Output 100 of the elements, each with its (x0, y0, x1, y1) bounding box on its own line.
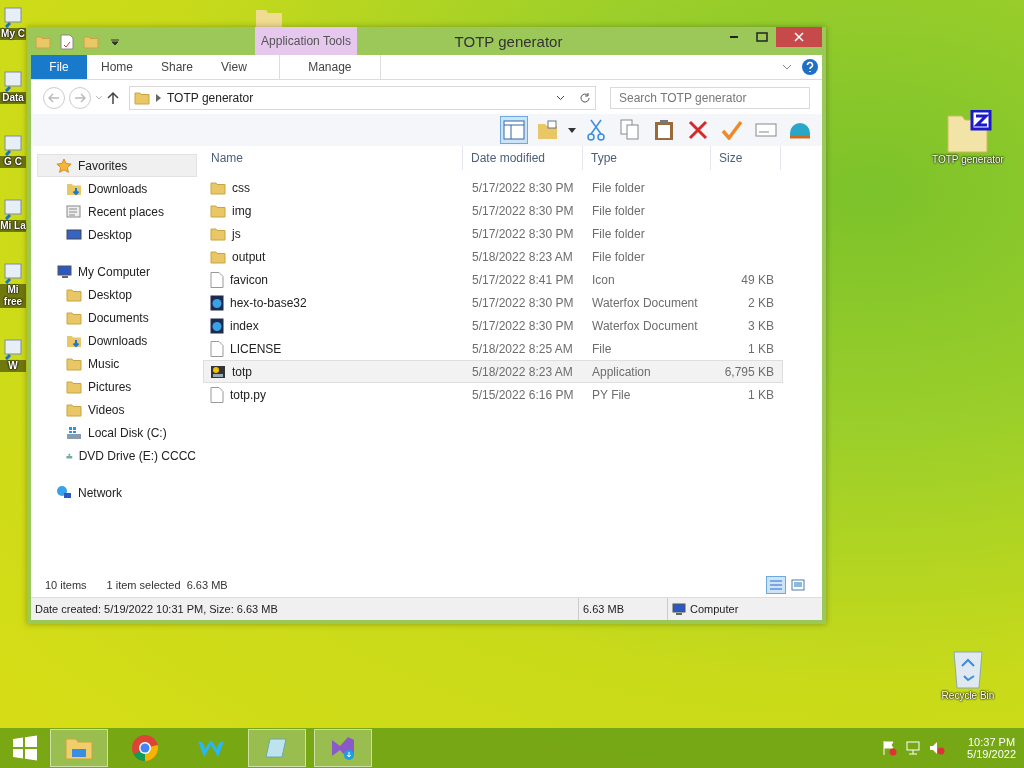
file-size: 1 KB (747, 387, 775, 402)
folder-icon (35, 34, 51, 50)
file-row[interactable]: totp.py 5/15/2022 6:16 PM PY File 1 KB (203, 383, 783, 406)
view-toggle[interactable] (766, 576, 786, 594)
close-icon (794, 32, 804, 42)
date-modified: 5/18/2022 8:25 AM (471, 341, 574, 356)
date-modified: 5/17/2022 8:30 PM (471, 295, 575, 310)
file-row[interactable]: output 5/18/2022 8:23 AM File folder (203, 245, 783, 268)
file-row[interactable]: css 5/17/2022 8:30 PM File folder (203, 176, 783, 199)
file-name: img (232, 203, 252, 218)
file-row[interactable]: index 5/17/2022 8:30 PM Waterfox Document 3 KB (203, 314, 783, 337)
globe-document-icon (210, 294, 224, 311)
file-type: Application (591, 364, 652, 379)
forward-button[interactable] (69, 87, 91, 109)
desktop-icon-label: Data (0, 92, 26, 104)
search-field[interactable]: Search TOTP generator (610, 87, 810, 109)
nav-item[interactable]: Downloads (37, 177, 197, 200)
expand-ribbon-icon[interactable] (782, 64, 792, 70)
star-icon (56, 157, 72, 174)
flag-icon[interactable] (881, 740, 898, 756)
taskbar-app[interactable] (248, 729, 306, 767)
shortcut-icon (3, 134, 23, 156)
nav-item[interactable]: Music (37, 352, 197, 375)
file-row[interactable]: img 5/17/2022 8:30 PM File folder (203, 199, 783, 222)
nav-item[interactable]: Local Disk (C:) (37, 421, 197, 444)
shortcut-icon (3, 338, 23, 360)
file-row[interactable]: totp 5/18/2022 8:23 AM Application 6,795 KB (203, 360, 783, 383)
item-count: 10 items (45, 579, 87, 591)
application-icon (210, 363, 226, 380)
desktop-icon-label: TOTP generator (932, 154, 1004, 166)
nav-item[interactable]: Favorites (37, 154, 197, 177)
back-button[interactable] (43, 87, 65, 109)
folder-icon (210, 248, 226, 265)
monitor-icon (66, 226, 82, 243)
nav-item[interactable]: Pictures (37, 375, 197, 398)
file-name: index (230, 318, 259, 333)
preview-pane-button[interactable] (500, 116, 528, 144)
forward-arrow-icon (74, 93, 86, 103)
file-size: 3 KB (747, 318, 775, 333)
folder-icon (66, 401, 82, 418)
network-icon[interactable] (905, 740, 922, 756)
shortcut-icon (3, 198, 23, 220)
customize-caret-icon[interactable] (111, 38, 119, 46)
refresh-icon[interactable] (579, 92, 591, 104)
nav-item[interactable]: Videos (37, 398, 197, 421)
file-row[interactable]: hex-to-base32 5/17/2022 8:30 PM Waterfox Document 2 KB (203, 291, 783, 314)
date-modified: 5/17/2022 8:30 PM (471, 226, 575, 241)
file-row[interactable]: favicon 5/17/2022 8:41 PM Icon 49 KB (203, 268, 783, 291)
taskbar-app[interactable] (50, 729, 108, 767)
file-type: Waterfox Document (591, 295, 699, 310)
file-row[interactable]: js 5/17/2022 8:30 PM File folder (203, 222, 783, 245)
address-bar[interactable]: TOTP generator (129, 86, 596, 110)
nav-item[interactable]: Documents (37, 306, 197, 329)
ribbon-tab[interactable]: Manage (278, 55, 381, 79)
folder-icon (210, 225, 226, 242)
muted-speaker-icon[interactable] (929, 740, 946, 756)
nav-item[interactable]: Desktop (37, 283, 197, 306)
date-modified: 5/17/2022 8:30 PM (471, 180, 575, 195)
zipped-folder-icon (944, 110, 992, 154)
file-type: File folder (591, 203, 646, 218)
close-button[interactable] (776, 27, 822, 47)
document-icon (210, 386, 224, 403)
folder-icon (66, 378, 82, 395)
desktop-icon-label: Mi free (0, 284, 26, 308)
file-row[interactable]: LICENSE 5/18/2022 8:25 AM File 1 KB (203, 337, 783, 360)
details-text: Date created: 5/19/2022 10:31 PM, Size: 6.63 MB (34, 603, 279, 615)
up-arrow-icon[interactable] (107, 91, 119, 105)
folder-icon (66, 355, 82, 372)
file-name: LICENSE (230, 341, 282, 356)
desktop-icon-label: Mi La (0, 220, 26, 232)
folder-icon (66, 309, 82, 326)
folder-icon (64, 735, 94, 761)
maximize-icon (756, 32, 768, 42)
nav-item[interactable]: DVD Drive (E:) CCCC (37, 444, 197, 467)
recent-caret-icon[interactable] (95, 95, 103, 101)
file-size: 49 KB (740, 272, 775, 287)
nav-item[interactable]: Desktop (37, 223, 197, 246)
selection-info: 1 item selected 6.63 MB (106, 579, 228, 591)
file-size: 6,795 KB (723, 364, 775, 379)
back-arrow-icon (48, 93, 60, 103)
properties-icon[interactable] (60, 34, 74, 50)
taskbar-app[interactable] (314, 729, 372, 767)
nav-item[interactable]: Network (37, 481, 197, 504)
folder-icon (134, 90, 150, 106)
nav-item[interactable]: Downloads (37, 329, 197, 352)
globe-document-icon (210, 317, 224, 334)
file-name: output (232, 249, 266, 264)
ribbon-tab[interactable]: File (31, 55, 87, 79)
nav-item[interactable]: My Computer (37, 260, 197, 283)
nav-item[interactable]: Recent places (37, 200, 197, 223)
date-modified: 5/17/2022 8:30 PM (471, 203, 575, 218)
details-view-icon (769, 579, 783, 591)
preview-view-icon (791, 579, 805, 591)
computer-icon (56, 263, 72, 280)
dropdown-caret-icon[interactable] (556, 95, 565, 101)
caret-icon[interactable] (568, 127, 576, 133)
file-name: js (232, 226, 241, 241)
view-toggle[interactable] (788, 576, 808, 594)
help-icon[interactable] (802, 59, 818, 75)
window-title: TOTP generator (454, 32, 563, 50)
